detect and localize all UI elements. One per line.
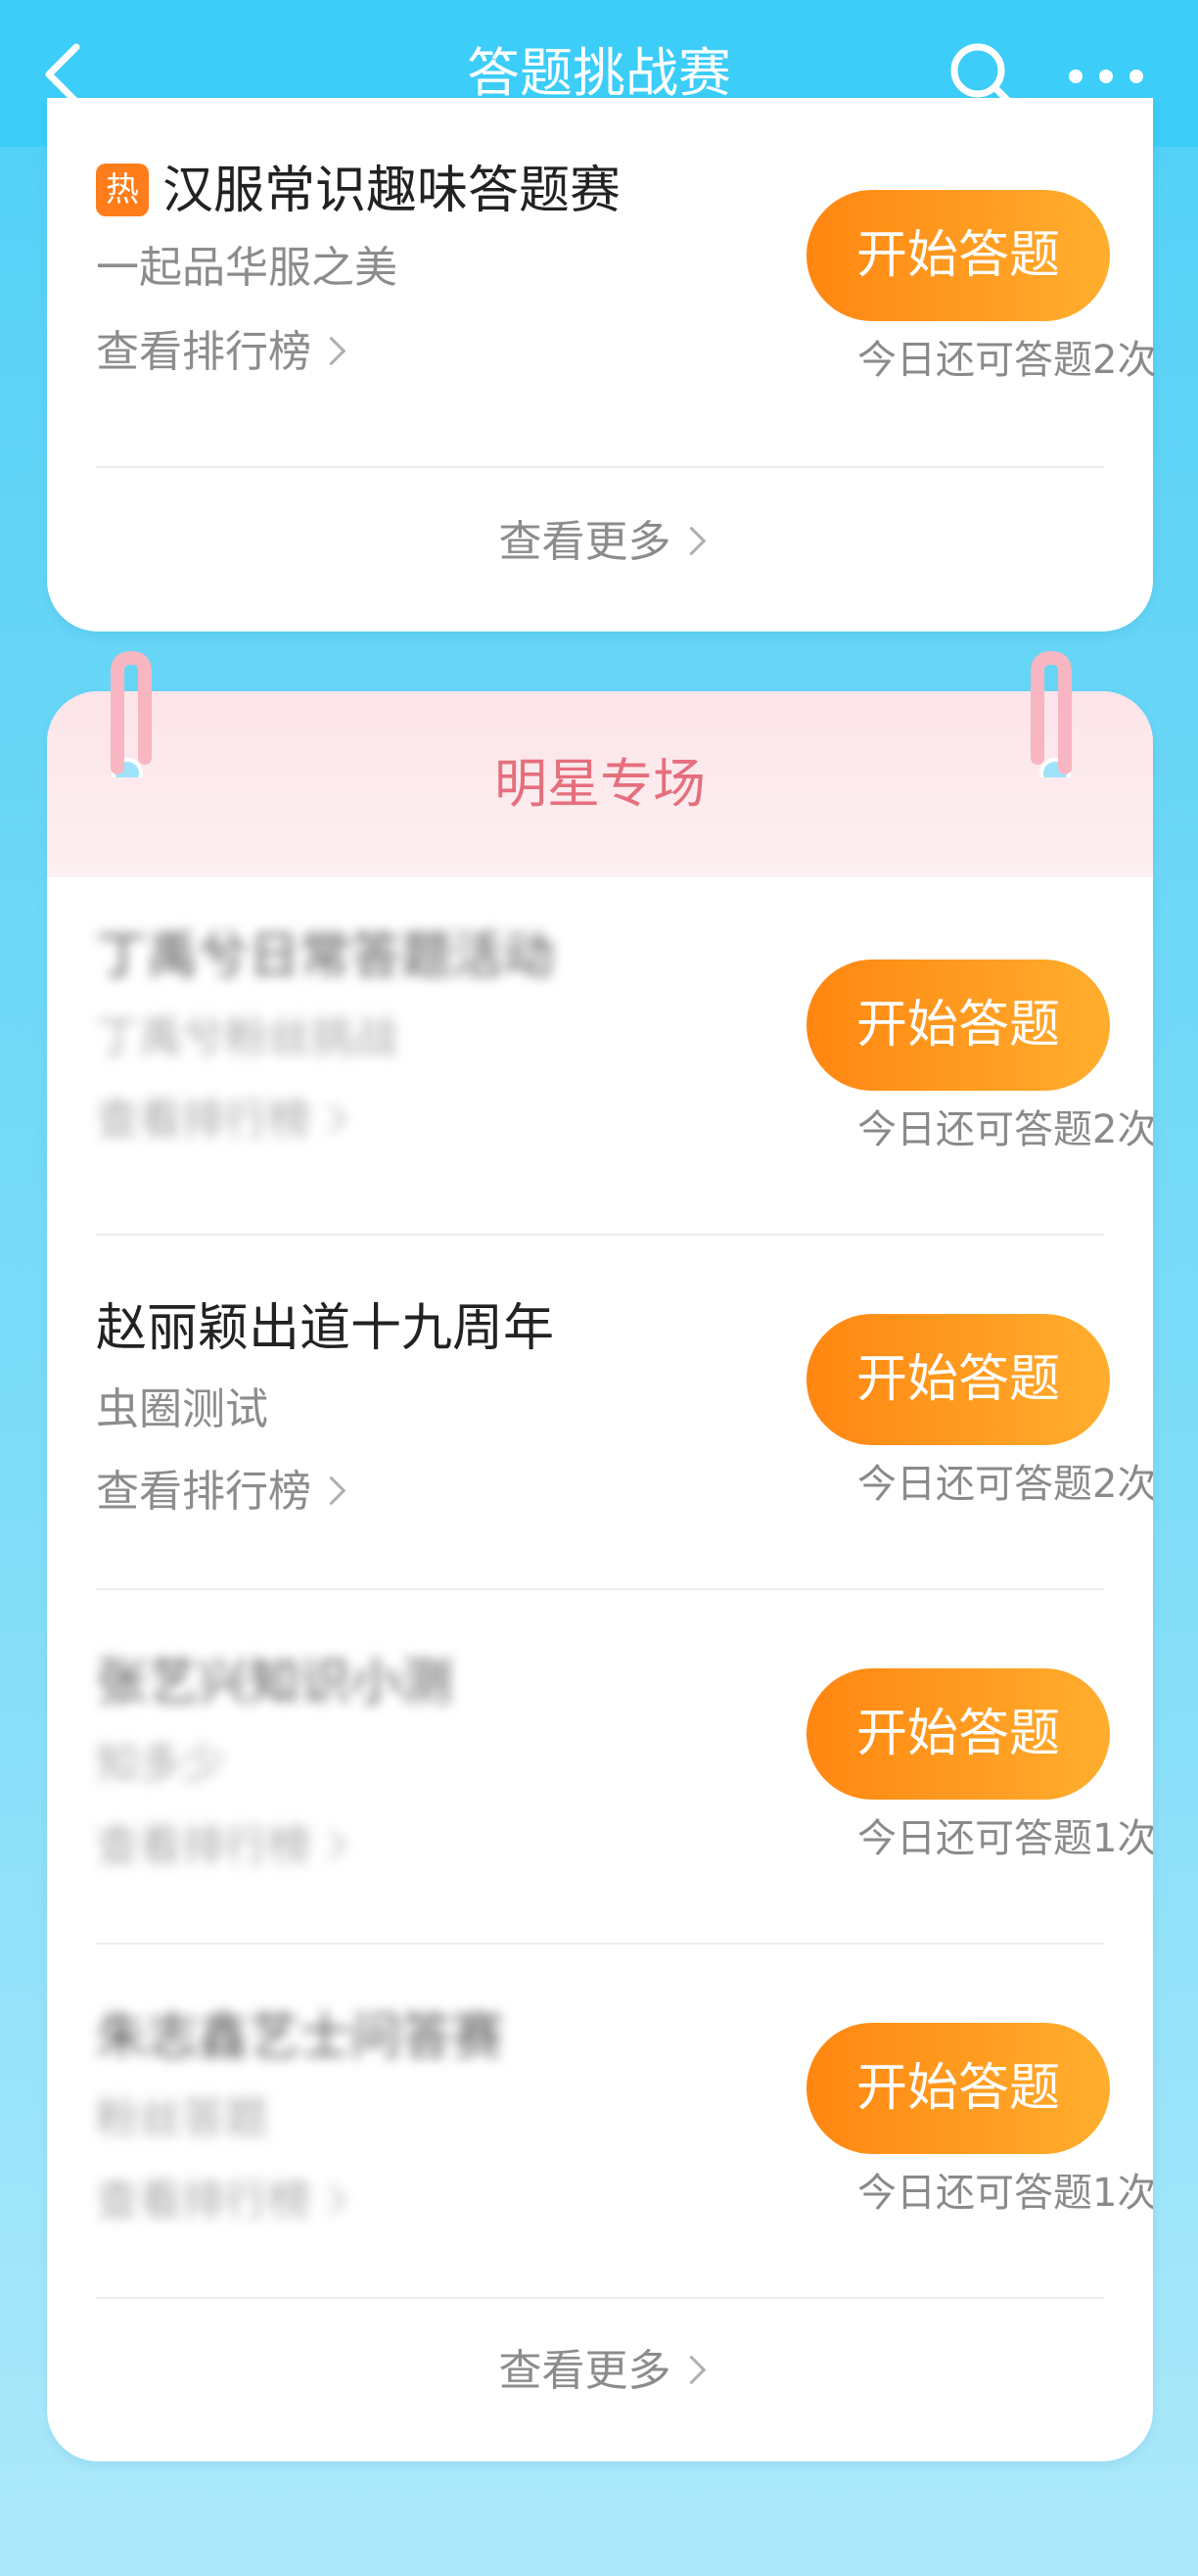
start-quiz-button[interactable]: 开始答题 [806,1668,1110,1800]
view-more-link[interactable]: 查看更多 [47,513,1153,572]
hot-badge: 热 [96,164,149,216]
quiz-subtitle: 一起品华服之美 [96,243,397,293]
leaderboard-link[interactable]: 查看排行榜 [96,1091,346,1149]
quiz-subtitle: 丁禹兮粉丝挑战 [96,1012,397,1062]
quiz-subtitle: 粉丝答题 [96,2093,268,2143]
quiz-subtitle: 虫圈测试 [96,1384,268,1434]
start-quiz-button[interactable]: 开始答题 [806,1314,1110,1445]
quiz-item: 赵丽颖出道十九周年 虫圈测试 查看排行榜 开始答题 今日还可答题2次 [47,1294,1153,1647]
remaining-attempts: 今日还可答题2次 [857,338,1157,383]
chevron-right-icon [316,336,346,365]
chevron-right-icon [316,1103,346,1133]
quiz-item: 张艺兴知识小测 知多少 查看排行榜 开始答题 今日还可答题1次 [47,1649,1153,2001]
chevron-right-icon [316,2184,346,2214]
leaderboard-link[interactable]: 查看排行榜 [96,1463,346,1522]
chevron-right-icon [676,2355,706,2384]
leaderboard-link[interactable]: 查看排行榜 [96,2172,346,2230]
remaining-attempts: 今日还可答题1次 [857,1816,1153,1861]
remaining-attempts: 今日还可答题2次 [857,1107,1153,1152]
leaderboard-link[interactable]: 查看排行榜 [96,323,346,382]
quiz-item: 热汉服常识趣味答题赛 一起品华服之美 查看排行榜 开始答题 今日还可答题2次 [47,157,1156,509]
start-quiz-button[interactable]: 开始答题 [806,190,1110,321]
divider [96,466,1104,468]
view-more-link[interactable]: 查看更多 [47,2342,1153,2401]
start-quiz-button[interactable]: 开始答题 [806,2023,1110,2154]
chevron-right-icon [676,526,706,555]
ring-hook-icon [1026,650,1077,789]
ring-hook-icon [106,650,157,789]
celebrity-section-card: 明星专场 丁禹兮日常答题活动 丁禹兮粉丝挑战 查看排行榜 开始答题 今日还可答题… [47,691,1153,2461]
divider [96,1943,1104,1944]
quiz-subtitle: 知多少 [96,1739,225,1789]
quiz-title: 赵丽颖出道十九周年 [96,1299,555,1358]
start-quiz-button[interactable]: 开始答题 [806,960,1110,1091]
chevron-right-icon [316,1475,346,1505]
remaining-attempts: 今日还可答题2次 [857,1462,1153,1507]
divider [96,1234,1104,1236]
quiz-item: 朱志鑫艺士问答赛 粉丝答题 查看排行榜 开始答题 今日还可答题1次 [47,2003,1153,2356]
quiz-title: 汉服常识趣味答题赛 [162,162,622,220]
divider [96,1588,1104,1590]
quiz-title: 丁禹兮日常答题活动 [96,927,555,986]
chevron-right-icon [316,1830,346,1859]
divider [96,2297,1104,2299]
leaderboard-link[interactable]: 查看排行榜 [96,1817,346,1876]
remaining-attempts: 今日还可答题1次 [857,2171,1153,2216]
section-title: 明星专场 [494,753,706,815]
quiz-card-top: 热汉服常识趣味答题赛 一起品华服之美 查看排行榜 开始答题 今日还可答题2次 查… [47,98,1156,632]
quiz-title: 朱志鑫艺士问答赛 [96,2008,504,2067]
quiz-title: 张艺兴知识小测 [96,1654,453,1712]
quiz-item: 丁禹兮日常答题活动 丁禹兮粉丝挑战 查看排行榜 开始答题 今日还可答题2次 [47,922,1153,1275]
section-header: 明星专场 [47,691,1153,877]
